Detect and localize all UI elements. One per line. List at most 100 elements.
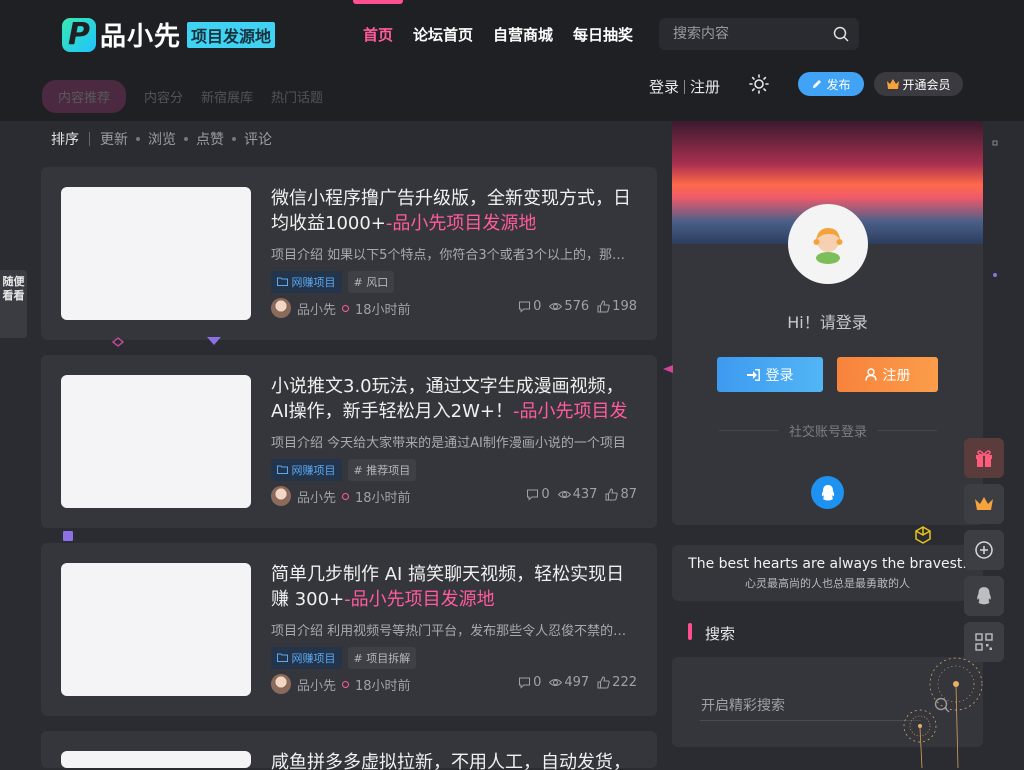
crown-icon (975, 497, 993, 510)
author-name[interactable]: 品小先 (297, 299, 336, 318)
post-card[interactable]: 小说推文3.0玩法，通过文字生成漫画视频，AI操作，新手轻松月入2W+！-品小先… (41, 355, 657, 528)
category-tag[interactable]: 网赚项目 (271, 647, 342, 669)
random-browse-tab[interactable]: 随便看看 (0, 270, 27, 338)
sort-option-updated[interactable]: 更新 (100, 129, 128, 149)
post-thumbnail[interactable] (61, 563, 251, 696)
post-card[interactable]: 微信小程序撸广告升级版，全新变现方式，日均收益1000+-品小先项目发源地 项目… (41, 167, 657, 340)
header-search (659, 18, 859, 50)
nav-item-lottery[interactable]: 每日抽奖 (563, 0, 643, 64)
post-meta: 品小先 18小时前 0 497 222 (271, 674, 637, 694)
post-time: 18小时前 (355, 679, 411, 694)
sun-icon[interactable] (745, 72, 773, 96)
site-header: P 品小先 项目发源地 首页 论坛首页 自营商城 每日抽奖 内容推荐 内容分 新… (0, 0, 1024, 121)
sort-bar: 排序 更新 浏览 点赞 评论 (51, 129, 272, 149)
plus-circle-icon (975, 541, 993, 559)
comment-icon (519, 301, 531, 313)
category-tag[interactable]: 网赚项目 (271, 459, 342, 481)
decorative-dot-icon (993, 273, 997, 277)
post-thumbnail[interactable] (61, 375, 251, 508)
vip-float-button[interactable] (964, 484, 1004, 524)
eye-icon (549, 303, 563, 310)
qr-code-icon (975, 633, 993, 651)
separator-dot (136, 137, 140, 141)
publish-button[interactable]: 发布 (798, 72, 864, 96)
divider (719, 430, 779, 431)
avatar[interactable] (788, 204, 868, 284)
folder-icon (277, 277, 288, 286)
site-logo[interactable]: P 品小先 项目发源地 (62, 16, 276, 53)
post-excerpt: 项目介绍 今天给大家带来的是通过AI制作漫画小说的一个项目 (271, 436, 626, 451)
logo-mark: P (62, 17, 96, 52)
post-title[interactable]: 微信小程序撸广告升级版，全新变现方式，日均收益1000+-品小先项目发源地 (271, 186, 637, 236)
topic-tag[interactable]: # 项目拆解 (347, 647, 417, 669)
author-name[interactable]: 品小先 (297, 675, 336, 694)
comment-count: 0 (526, 487, 550, 502)
dandelion-decoration-icon (903, 657, 983, 768)
topic-tag[interactable]: # 风口 (347, 271, 395, 293)
post-thumbnail[interactable] (61, 751, 251, 768)
decorative-shape-icon (112, 337, 124, 347)
separator-dot (232, 137, 236, 141)
decorative-shape-icon (663, 365, 673, 373)
faded-tab: 内容推荐 (42, 80, 127, 113)
post-title[interactable]: 小说推文3.0玩法，通过文字生成漫画视频，AI操作，新手轻松月入2W+！-品小先… (271, 374, 637, 424)
avatar[interactable] (271, 674, 291, 694)
comment-icon (519, 677, 531, 689)
thumbs-up-icon (597, 300, 610, 313)
register-button[interactable]: 注册 (837, 357, 938, 392)
post-tags: 网赚项目 # 风口 (271, 271, 395, 293)
login-link[interactable]: 登录 (649, 78, 679, 96)
add-post-button[interactable] (964, 530, 1004, 570)
publish-label: 发布 (826, 77, 851, 92)
decorative-shape-icon (207, 337, 221, 345)
qq-icon (821, 484, 834, 500)
divider (89, 132, 90, 146)
nav-item-forum[interactable]: 论坛首页 (403, 0, 483, 64)
like-count[interactable]: 87 (605, 487, 637, 502)
comment-icon (527, 489, 539, 501)
default-avatar-icon (813, 228, 843, 264)
avatar[interactable] (271, 298, 291, 318)
floating-toolbar (964, 438, 1004, 668)
faded-category-tabs: 内容推荐 内容分 新宿展库 热门话题 (42, 80, 323, 113)
gift-icon (976, 450, 992, 467)
category-tag[interactable]: 网赚项目 (271, 271, 342, 293)
search-widget-title: 搜索 (687, 623, 735, 644)
login-widget: Hi！请登录 登录 注册 社交账号登录 (672, 121, 983, 525)
sort-option-likes[interactable]: 点赞 (196, 129, 224, 149)
search-icon[interactable] (833, 26, 849, 42)
sort-option-views[interactable]: 浏览 (148, 129, 176, 149)
nav-item-shop[interactable]: 自营商城 (483, 0, 563, 64)
gift-button[interactable] (964, 438, 1004, 478)
register-link[interactable]: 注册 (690, 78, 720, 96)
post-excerpt: 项目介绍 利用视频号等热门平台，发布那些令人忍俊不禁的搞笑聊天视频 (271, 624, 637, 639)
search-input[interactable] (671, 25, 825, 43)
like-count[interactable]: 198 (597, 299, 637, 314)
comment-count: 0 (518, 299, 541, 314)
crown-icon (887, 78, 900, 89)
topic-tag[interactable]: # 推荐项目 (347, 459, 417, 481)
post-card[interactable]: 简单几步制作 AI 搞笑聊天视频，轻松实现日赚 300+-品小先项目发源地 项目… (41, 543, 657, 716)
thumbs-up-icon (605, 488, 619, 501)
faded-tab: 内容分 (144, 91, 184, 106)
avatar[interactable] (271, 486, 291, 506)
post-meta: 品小先 18小时前 0 576 198 (271, 298, 637, 318)
qq-contact-button[interactable] (964, 576, 1004, 616)
post-thumbnail[interactable] (61, 187, 251, 320)
folder-icon (277, 465, 288, 474)
login-button[interactable]: 登录 (717, 357, 823, 392)
sort-option-comments[interactable]: 评论 (244, 129, 272, 149)
decorative-dot-icon (992, 140, 998, 146)
post-card[interactable]: 咸鱼拼多多虚拟拉新，不用人工，自动发货， (41, 731, 657, 770)
sidebar-search-input[interactable] (700, 696, 921, 721)
vip-button[interactable]: 开通会员 (874, 72, 963, 96)
nav-item-home[interactable]: 首页 (353, 0, 404, 64)
author-name[interactable]: 品小先 (297, 487, 336, 506)
qq-login-button[interactable] (811, 476, 844, 509)
sign-in-icon (746, 368, 760, 381)
post-title[interactable]: 咸鱼拼多多虚拟拉新，不用人工，自动发货， (271, 750, 637, 770)
like-count[interactable]: 222 (597, 675, 637, 690)
time-dot-icon (342, 493, 349, 500)
post-title[interactable]: 简单几步制作 AI 搞笑聊天视频，轻松实现日赚 300+-品小先项目发源地 (271, 562, 637, 612)
separator-dot (184, 137, 188, 141)
